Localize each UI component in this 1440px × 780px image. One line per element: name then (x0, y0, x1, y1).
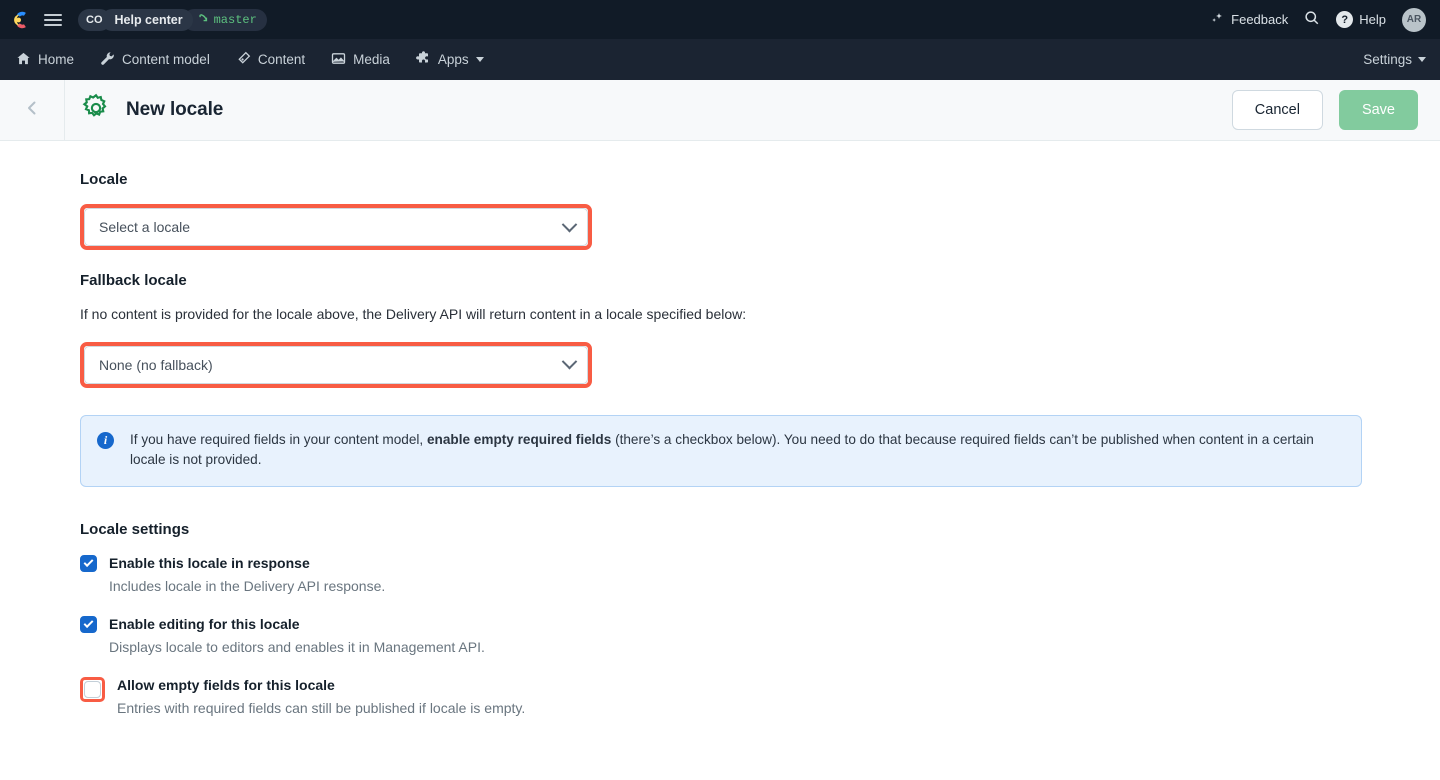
top-header-bar: CO Help center master Feedback ? Help AR (0, 0, 1440, 39)
image-icon (331, 51, 346, 69)
back-button[interactable] (0, 80, 65, 140)
space-breadcrumb: CO Help center master (78, 8, 267, 31)
organization-badge[interactable]: CO (78, 8, 111, 31)
fallback-locale-heading: Fallback locale (80, 272, 187, 289)
checkbox-enable-editing-for-locale[interactable] (80, 616, 97, 634)
locale-select[interactable]: Select a locale (84, 208, 588, 246)
page-header: New locale Cancel Save (0, 80, 1440, 141)
chevron-down-icon (475, 57, 484, 62)
top-header-left: CO Help center master (12, 8, 267, 31)
chevron-left-icon (22, 98, 42, 123)
question-mark-icon: ? (1336, 11, 1354, 28)
chevron-down-icon (561, 216, 578, 232)
form-container: Locale Select a locale Fallback locale I… (0, 171, 1440, 718)
checkbox-text-group: Enable this locale in response Includes … (109, 554, 385, 596)
branch-badge[interactable]: master (182, 8, 267, 31)
note-part-1: If you have required fields in your cont… (130, 431, 427, 447)
fallback-locale-help-text: If no content is provided for the locale… (80, 306, 747, 322)
page-title: New locale (126, 99, 224, 120)
checkbox-row-enable-editing: Enable editing for this locale Displays … (80, 615, 1360, 657)
checkbox-description: Entries with required fields can still b… (117, 700, 526, 717)
space-badge[interactable]: Help center (100, 8, 193, 31)
search-icon (1304, 10, 1320, 29)
home-icon (16, 51, 31, 69)
nav-item-settings[interactable]: Settings (1363, 52, 1426, 67)
locale-settings-heading: Locale settings (80, 520, 190, 538)
checkbox-label[interactable]: Enable this locale in response (109, 554, 385, 573)
fallback-locale-select[interactable]: None (no fallback) (84, 345, 588, 384)
checkbox-row-enable-response: Enable this locale in response Includes … (80, 554, 1360, 596)
hamburger-menu-icon[interactable] (44, 10, 64, 30)
nav-item-content-model[interactable]: Content model (100, 51, 224, 69)
avatar[interactable]: AR (1402, 7, 1426, 32)
fallback-locale-select-value: None (no fallback) (99, 356, 213, 373)
nav-label-apps: Apps (437, 52, 469, 67)
page-header-actions: Cancel Save (1231, 90, 1440, 130)
locale-select-highlight: Select a locale (80, 204, 592, 250)
feedback-button[interactable]: Feedback (1210, 11, 1288, 29)
checkbox-description: Includes locale in the Delivery API resp… (109, 577, 386, 594)
info-icon: i (97, 431, 114, 449)
contentful-logo-icon[interactable] (12, 9, 34, 31)
wrench-icon (100, 51, 115, 69)
chevron-down-icon (1418, 57, 1426, 62)
page-title-group: New locale (65, 93, 223, 128)
allow-empty-fields-highlight (80, 677, 105, 703)
checkbox-label[interactable]: Allow empty fields for this locale (117, 676, 525, 695)
checkbox-description: Displays locale to editors and enables i… (109, 638, 485, 655)
checkbox-allow-empty-fields[interactable] (84, 681, 101, 699)
checkbox-enable-locale-in-response[interactable] (80, 554, 97, 572)
feedback-label: Feedback (1231, 12, 1289, 27)
info-note-text: If you have required fields in your cont… (130, 430, 1343, 471)
branch-icon (197, 12, 209, 28)
locale-heading: Locale (80, 171, 128, 188)
check-icon (83, 618, 94, 629)
nav-item-home[interactable]: Home (16, 51, 88, 69)
note-bold-phrase: enable empty required fields (426, 431, 612, 447)
fallback-select-highlight: None (no fallback) (80, 341, 592, 388)
main-navigation-bar: Home Content model Content Media Apps Se… (0, 39, 1440, 80)
main-content: Locale Select a locale Fallback locale I… (0, 141, 1440, 780)
nav-label-home: Home (38, 52, 75, 67)
search-button[interactable] (1304, 10, 1320, 29)
gear-icon (81, 93, 111, 128)
pen-nib-icon (236, 51, 251, 69)
info-note: i If you have required fields in your co… (80, 414, 1362, 487)
checkbox-label[interactable]: Enable editing for this locale (109, 615, 485, 634)
checkbox-text-group: Enable editing for this locale Displays … (109, 615, 485, 657)
nav-item-media[interactable]: Media (331, 51, 404, 69)
help-label: Help (1359, 12, 1386, 27)
cancel-button[interactable]: Cancel (1231, 90, 1323, 130)
top-header-right: Feedback ? Help AR (1210, 7, 1426, 32)
check-icon (83, 557, 94, 567)
nav-item-content[interactable]: Content (236, 51, 319, 69)
settings-label: Settings (1363, 52, 1412, 67)
locale-select-value: Select a locale (99, 219, 191, 235)
checkbox-wrap (80, 615, 97, 634)
puzzle-icon (415, 50, 431, 69)
checkbox-text-group: Allow empty fields for this locale Entri… (117, 676, 525, 718)
checkbox-wrap (80, 554, 97, 572)
nav-label-content-model: Content model (122, 52, 210, 67)
nav-label-content: Content (257, 52, 306, 67)
chevron-down-icon (561, 353, 578, 370)
nav-label-media: Media (353, 52, 390, 67)
branch-name: master (213, 12, 257, 27)
nav-item-apps[interactable]: Apps (415, 50, 498, 69)
save-button[interactable]: Save (1338, 90, 1418, 130)
help-button[interactable]: ? Help (1336, 11, 1386, 28)
checkbox-row-allow-empty-fields: Allow empty fields for this locale Entri… (80, 676, 1360, 718)
sparkle-icon (1210, 11, 1225, 29)
checkbox-wrap (80, 676, 105, 707)
